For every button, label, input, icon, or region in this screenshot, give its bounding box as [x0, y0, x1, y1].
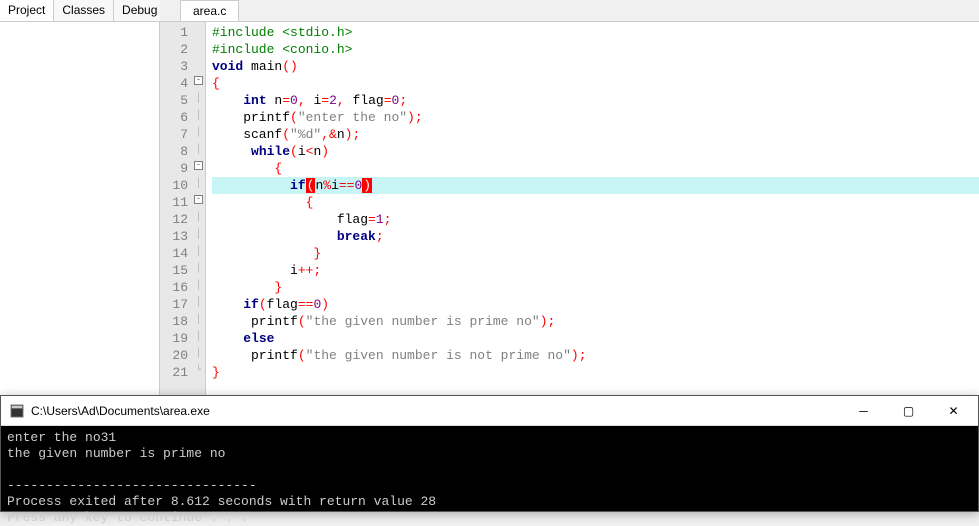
line-number-gutter: 123456789101112131415161718192021 [160, 22, 192, 395]
code-line[interactable]: } [212, 279, 979, 296]
code-line[interactable]: } [212, 364, 979, 381]
code-line[interactable]: printf("the given number is prime no"); [212, 313, 979, 330]
console-title: C:\Users\Ad\Documents\area.exe [31, 404, 841, 418]
code-line[interactable]: void main() [212, 58, 979, 75]
window-controls: ─ ▢ ✕ [841, 396, 976, 425]
minimize-button[interactable]: ─ [841, 396, 886, 425]
code-line[interactable]: i++; [212, 262, 979, 279]
code-line[interactable]: #include <conio.h> [212, 41, 979, 58]
code-line[interactable]: printf("the given number is not prime no… [212, 347, 979, 364]
console-output[interactable]: enter the no31 the given number is prime… [1, 426, 978, 511]
fold-toggle-icon[interactable]: - [194, 76, 203, 85]
code-line[interactable]: if(flag==0) [212, 296, 979, 313]
code-text[interactable]: #include <stdio.h>#include <conio.h>void… [206, 22, 979, 395]
project-panel: ProjectClassesDebug [0, 0, 160, 395]
fold-column: -││││-│-│││││││││└ [192, 22, 206, 395]
panel-tab-debug[interactable]: Debug [114, 0, 166, 21]
ide-top-area: ProjectClassesDebug area.c 1234567891011… [0, 0, 979, 395]
code-line[interactable]: while(i<n) [212, 143, 979, 160]
code-line[interactable]: else [212, 330, 979, 347]
code-line[interactable]: scanf("%d",&n); [212, 126, 979, 143]
code-line[interactable]: int n=0, i=2, flag=0; [212, 92, 979, 109]
code-line[interactable]: { [212, 194, 979, 211]
editor-panel: area.c 123456789101112131415161718192021… [160, 0, 979, 395]
editor-tab-file[interactable]: area.c [180, 0, 239, 21]
code-line[interactable]: } [212, 245, 979, 262]
console-titlebar[interactable]: C:\Users\Ad\Documents\area.exe ─ ▢ ✕ [1, 396, 978, 426]
fold-toggle-icon[interactable]: - [194, 195, 203, 204]
panel-tab-classes[interactable]: Classes [54, 0, 114, 21]
code-line[interactable]: { [212, 75, 979, 92]
editor-tabbar: area.c [160, 0, 979, 22]
code-line[interactable]: flag=1; [212, 211, 979, 228]
code-line[interactable]: #include <stdio.h> [212, 24, 979, 41]
code-line[interactable]: { [212, 160, 979, 177]
code-line[interactable]: break; [212, 228, 979, 245]
fold-toggle-icon[interactable]: - [194, 161, 203, 170]
project-panel-tabs: ProjectClassesDebug [0, 0, 159, 22]
maximize-button[interactable]: ▢ [886, 396, 931, 425]
code-line[interactable]: if(n%i==0) [212, 177, 979, 194]
close-button[interactable]: ✕ [931, 396, 976, 425]
console-window: C:\Users\Ad\Documents\area.exe ─ ▢ ✕ ent… [0, 395, 979, 512]
console-app-icon [9, 403, 25, 419]
code-line[interactable]: printf("enter the no"); [212, 109, 979, 126]
code-area[interactable]: 123456789101112131415161718192021 -││││-… [160, 22, 979, 395]
panel-tab-project[interactable]: Project [0, 0, 54, 21]
